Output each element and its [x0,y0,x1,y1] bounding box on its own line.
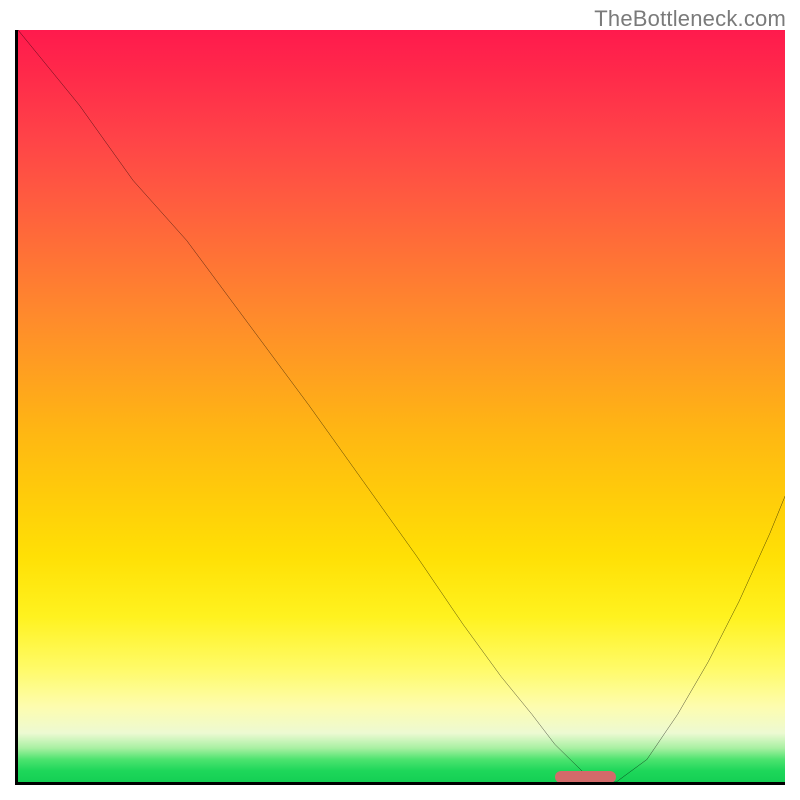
optimum-range-marker [555,771,616,783]
watermark-text: TheBottleneck.com [594,6,786,32]
bottleneck-curve-path [18,30,785,782]
chart-frame: TheBottleneck.com [0,0,800,800]
plot-area [15,30,785,785]
curve-svg [18,30,785,782]
